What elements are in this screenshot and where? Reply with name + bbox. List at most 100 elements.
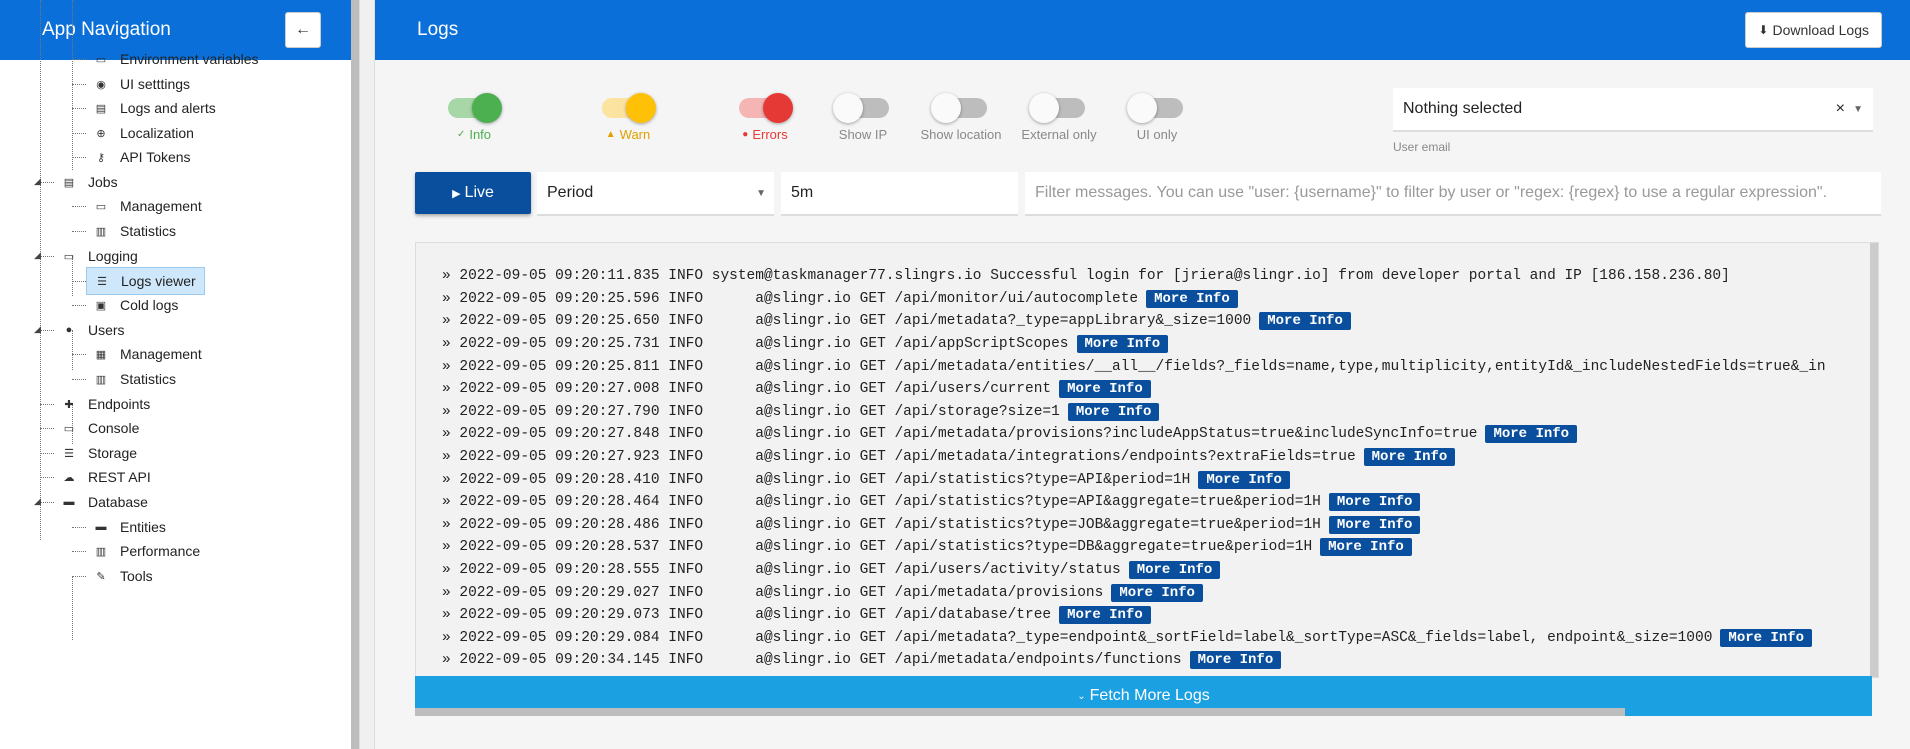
list-icon: ☰ — [97, 275, 107, 288]
toggle-track[interactable] — [1029, 93, 1085, 123]
log-line: » 2022-09-05 09:20:29.027 INFO a@slingr.… — [442, 581, 1872, 604]
toggle-knob[interactable] — [931, 93, 961, 123]
sidebar-item-label: Tools — [120, 568, 153, 584]
sidebar-item-label: Management — [120, 198, 202, 214]
log-text: » 2022-09-05 09:20:27.008 INFO a@slingr.… — [442, 381, 1052, 398]
user-email-select[interactable]: Nothing selected × ▼ — [1393, 88, 1873, 132]
more-info-button[interactable]: More Info — [1067, 402, 1160, 421]
more-info-button[interactable]: More Info — [1059, 380, 1151, 399]
period-select-value: Period — [547, 184, 594, 201]
sidebar-item-console[interactable]: ▭ Console — [62, 414, 140, 442]
period-select[interactable]: Period ▼ — [537, 172, 774, 216]
log-horizontal-scrollbar[interactable] — [415, 708, 1625, 716]
log-line: » 2022-09-05 09:20:28.537 INFO a@slingr.… — [442, 536, 1872, 559]
tree-expand-caret-icon[interactable]: ◢ — [34, 496, 41, 507]
tree-expand-caret-icon[interactable]: ◢ — [34, 176, 41, 187]
play-icon: ▶ — [452, 187, 461, 200]
sidebar-item-management[interactable]: ▭ Management — [94, 192, 202, 220]
toggle-ui-only[interactable]: UI only — [1112, 88, 1202, 142]
toggle-track[interactable] — [1127, 93, 1183, 123]
tree-branch-line — [72, 281, 86, 282]
log-text: » 2022-09-05 09:20:11.835 INFO system@ta… — [442, 268, 1730, 285]
more-info-button[interactable]: More Info — [1720, 628, 1813, 647]
toggle-label: ▲ Warn — [606, 127, 650, 142]
toggle-track[interactable] — [739, 93, 793, 123]
sidebar-item-tools[interactable]: ✎ Tools — [94, 562, 153, 590]
more-info-button[interactable]: More Info — [1259, 312, 1351, 331]
sidebar-item-logging[interactable]: ▭ Logging — [62, 242, 138, 270]
more-info-button[interactable]: More Info — [1485, 425, 1578, 444]
clear-icon[interactable]: × — [1836, 100, 1845, 118]
sidebar-item-label: Logging — [88, 248, 138, 264]
terminal-icon: ▭ — [63, 422, 75, 435]
download-logs-button[interactable]: ⬇ Download Logs — [1745, 12, 1882, 48]
period-value-input[interactable] — [781, 172, 1018, 216]
sidebar-item-database[interactable]: ▬ Database — [62, 488, 148, 516]
log-line: » 2022-09-05 09:20:27.848 INFO a@slingr.… — [442, 423, 1872, 446]
toggle-track[interactable] — [602, 93, 656, 123]
more-info-button[interactable]: More Info — [1111, 583, 1203, 602]
tree-expand-caret-icon[interactable]: ◢ — [34, 250, 41, 261]
collapse-sidebar-button[interactable]: ← — [285, 12, 321, 48]
more-info-button[interactable]: More Info — [1320, 538, 1412, 557]
chevron-down-icon: ▼ — [756, 187, 766, 199]
sidebar-scrollbar[interactable] — [351, 0, 359, 749]
sidebar-item-management[interactable]: ▦ Management — [94, 340, 202, 368]
more-info-button[interactable]: More Info — [1146, 289, 1238, 308]
sidebar-item-cold-logs[interactable]: ▣ Cold logs — [94, 291, 179, 319]
log-line: » 2022-09-05 09:20:27.923 INFO a@slingr.… — [442, 446, 1872, 469]
sidebar-item-label: Users — [88, 322, 125, 338]
toggle-label: ● Errors — [742, 127, 787, 142]
log-line: » 2022-09-05 09:20:28.464 INFO a@slingr.… — [442, 491, 1872, 514]
log-text: » 2022-09-05 09:20:28.464 INFO a@slingr.… — [442, 494, 1321, 511]
toggle-knob[interactable] — [472, 93, 502, 123]
chevron-down-icon[interactable]: ▼ — [1853, 104, 1863, 115]
tree-branch-line — [40, 428, 54, 429]
toggle-show-location[interactable]: Show location — [916, 88, 1006, 142]
toggle-track[interactable] — [833, 93, 889, 123]
log-text: » 2022-09-05 09:20:29.027 INFO a@slingr.… — [442, 584, 1104, 601]
more-info-button[interactable]: More Info — [1328, 493, 1421, 512]
log-scrollbar[interactable] — [1870, 243, 1878, 677]
more-info-button[interactable]: More Info — [1363, 448, 1456, 467]
toggle-knob[interactable] — [833, 93, 863, 123]
warning-icon: ▲ — [605, 129, 616, 140]
sidebar-item-performance[interactable]: ▥ Performance — [94, 537, 200, 565]
sidebar-item-api-tokens[interactable]: ⚷ API Tokens — [94, 143, 191, 171]
bar-chart-icon: ▥ — [95, 545, 107, 558]
toggle-track[interactable] — [931, 93, 987, 123]
toggle-knob[interactable] — [763, 93, 793, 123]
sidebar-item-statistics[interactable]: ▥ Statistics — [94, 365, 176, 393]
toggle-external-only[interactable]: External only — [1014, 88, 1104, 142]
more-info-button[interactable]: More Info — [1328, 515, 1421, 534]
more-info-button[interactable]: More Info — [1189, 651, 1282, 670]
log-text: » 2022-09-05 09:20:25.811 INFO a@slingr.… — [442, 358, 1826, 375]
toggle-warn[interactable]: ▲ Warn — [583, 88, 673, 142]
sidebar-item-label: Management — [120, 346, 202, 362]
sidebar-item-statistics[interactable]: ▥ Statistics — [94, 217, 176, 245]
toggle-show-ip[interactable]: Show IP — [818, 88, 908, 142]
log-line: » 2022-09-05 09:20:27.790 INFO a@slingr.… — [442, 401, 1872, 424]
toggle-track[interactable] — [448, 93, 502, 123]
check-icon: ✓ — [456, 129, 466, 140]
sidebar-item-rest-api[interactable]: ☁ REST API — [62, 463, 151, 491]
more-info-button[interactable]: More Info — [1198, 470, 1290, 489]
sidebar-item-logs-and-alerts[interactable]: ▤ Logs and alerts — [94, 94, 216, 122]
toggle-knob[interactable] — [1029, 93, 1059, 123]
toggle-info[interactable]: ✓ Info — [429, 88, 519, 142]
live-button[interactable]: ▶ Live — [415, 172, 531, 214]
sidebar-item-environment-variables[interactable]: ▭ Environment variables — [94, 45, 259, 73]
toggle-knob[interactable] — [1127, 93, 1157, 123]
error-icon: ● — [742, 129, 749, 140]
log-line: » 2022-09-05 09:20:11.835 INFO system@ta… — [442, 265, 1872, 288]
sidebar-item-label: Entities — [120, 519, 166, 535]
tree-expand-caret-icon[interactable]: ◢ — [34, 324, 41, 335]
tree-branch-line — [72, 108, 86, 109]
more-info-button[interactable]: More Info — [1076, 335, 1169, 354]
filter-messages-input[interactable] — [1025, 172, 1881, 216]
more-info-button[interactable]: More Info — [1128, 561, 1221, 580]
toggle-knob[interactable] — [626, 93, 656, 123]
more-info-button[interactable]: More Info — [1059, 606, 1151, 625]
fetch-more-logs-label: Fetch More Logs — [1089, 687, 1210, 704]
toggle-errors[interactable]: ● Errors — [720, 88, 810, 142]
